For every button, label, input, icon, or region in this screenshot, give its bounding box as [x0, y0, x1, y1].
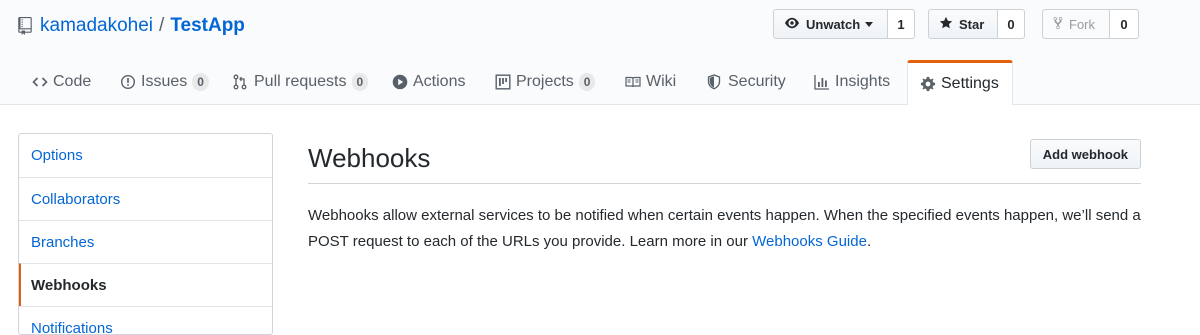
menu-item-notifications[interactable]: Notifications [19, 306, 272, 334]
tab-label: Settings [941, 75, 999, 92]
tab-wiki[interactable]: Wiki [613, 60, 676, 104]
play-icon [392, 74, 408, 90]
settings-menu: Options Collaborators Branches Webhooks … [18, 133, 273, 335]
repo-header: kamadakohei / TestApp Unwatch 1 Star 0 F… [0, 0, 1200, 105]
tab-label: Security [728, 73, 786, 90]
unwatch-label: Unwatch [806, 16, 861, 32]
tab-label: Insights [835, 73, 891, 90]
description-text: Webhooks allow external services to be n… [308, 207, 1141, 250]
fork-label: Fork [1069, 16, 1095, 32]
tab-settings[interactable]: Settings [907, 60, 1013, 105]
eye-icon [784, 16, 806, 33]
repo-icon [18, 17, 32, 35]
tab-label: Projects [516, 73, 574, 90]
repo-owner-link[interactable]: kamadakohei [40, 15, 153, 37]
issue-icon [120, 74, 136, 90]
tab-label: Code [53, 73, 92, 90]
forks-count[interactable]: 0 [1110, 9, 1139, 39]
menu-item-webhooks[interactable]: Webhooks [19, 263, 272, 306]
star-label: Star [959, 16, 985, 32]
repo-separator: / [159, 15, 165, 36]
issues-counter: 0 [192, 73, 209, 91]
add-webhook-button[interactable]: Add webhook [1029, 139, 1141, 169]
gear-icon [920, 76, 936, 92]
watch-group: Unwatch 1 [773, 9, 915, 39]
tab-insights[interactable]: Insights [802, 60, 890, 104]
tab-pull-requests[interactable]: Pull requests 0 [221, 60, 369, 104]
tab-actions[interactable]: Actions [380, 60, 465, 104]
book-icon [625, 74, 641, 90]
repo-name-link[interactable]: TestApp [170, 15, 245, 37]
tab-issues[interactable]: Issues 0 [108, 60, 209, 104]
repo-title: kamadakohei / TestApp [18, 12, 245, 40]
unwatch-button[interactable]: Unwatch [773, 9, 888, 39]
projects-counter: 0 [578, 73, 596, 91]
subhead: Webhooks Add webhook [308, 133, 1141, 184]
stargazers-count[interactable]: 0 [998, 9, 1025, 39]
star-icon [939, 16, 959, 33]
tab-label: Pull requests [254, 73, 347, 90]
star-button[interactable]: Star [928, 9, 998, 39]
webhooks-guide-link[interactable]: Webhooks Guide [752, 233, 867, 250]
chevron-down-icon [865, 21, 874, 27]
description-trailing: . [866, 233, 872, 250]
webhooks-description: Webhooks allow external services to be n… [308, 203, 1148, 255]
pull-requests-counter: 0 [351, 73, 369, 91]
project-icon [495, 74, 511, 90]
tab-projects[interactable]: Projects 0 [483, 60, 596, 104]
page-title: Webhooks [308, 143, 431, 173]
tab-label: Actions [413, 73, 466, 90]
tab-security[interactable]: Security [695, 60, 786, 104]
watchers-count[interactable]: 1 [888, 9, 915, 39]
fork-group: Fork 0 [1042, 9, 1139, 39]
menu-item-branches[interactable]: Branches [19, 220, 272, 263]
tab-label: Issues [141, 73, 188, 90]
graph-icon [814, 74, 830, 90]
code-icon [32, 74, 48, 90]
shield-icon [707, 74, 723, 90]
tab-code[interactable]: Code [20, 60, 91, 104]
menu-item-collaborators[interactable]: Collaborators [19, 177, 272, 220]
tab-label: Wiki [646, 73, 677, 90]
fork-button[interactable]: Fork [1042, 9, 1110, 39]
star-group: Star 0 [928, 9, 1025, 39]
menu-item-options[interactable]: Options [19, 134, 272, 177]
pull-request-icon [233, 74, 249, 90]
fork-icon [1053, 16, 1069, 33]
